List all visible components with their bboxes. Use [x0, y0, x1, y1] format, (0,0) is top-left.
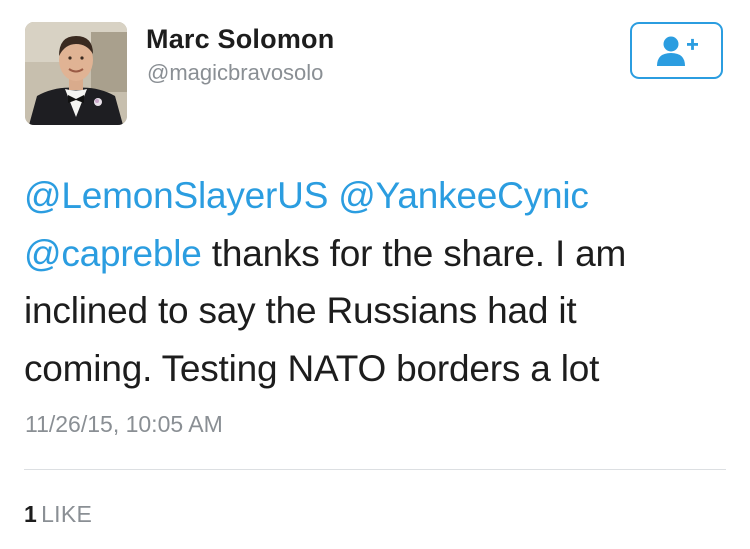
follow-button[interactable] — [630, 22, 723, 79]
tweet-line: @capreble thanks for the share. I am — [24, 225, 724, 283]
mention-link[interactable]: @capreble — [24, 233, 202, 274]
tweet-body-text: thanks for the share. I am — [201, 232, 627, 274]
display-name[interactable]: Marc Solomon — [146, 24, 334, 55]
mention-link[interactable]: @YankeeCynic — [338, 175, 589, 216]
tweet-text: @LemonSlayerUS @YankeeCynic @capreble th… — [24, 167, 724, 397]
tweet-line: inclined to say the Russians had it — [24, 290, 577, 331]
mention-link[interactable]: @LemonSlayerUS — [24, 175, 328, 216]
user-photo — [25, 22, 127, 125]
user-handle[interactable]: @magicbravosolo — [147, 60, 323, 86]
tweet-timestamp[interactable]: 11/26/15, 10:05 AM — [25, 411, 223, 438]
like-label: LIKE — [41, 501, 93, 527]
avatar[interactable] — [25, 22, 127, 125]
like-count: 1 — [24, 501, 38, 527]
tweet-line: @LemonSlayerUS @YankeeCynic — [24, 167, 724, 225]
divider — [24, 469, 726, 470]
tweet-line: coming. Testing NATO borders a lot — [24, 347, 600, 389]
add-user-icon — [656, 36, 698, 66]
likes-stat[interactable]: 1 LIKE — [24, 501, 92, 528]
